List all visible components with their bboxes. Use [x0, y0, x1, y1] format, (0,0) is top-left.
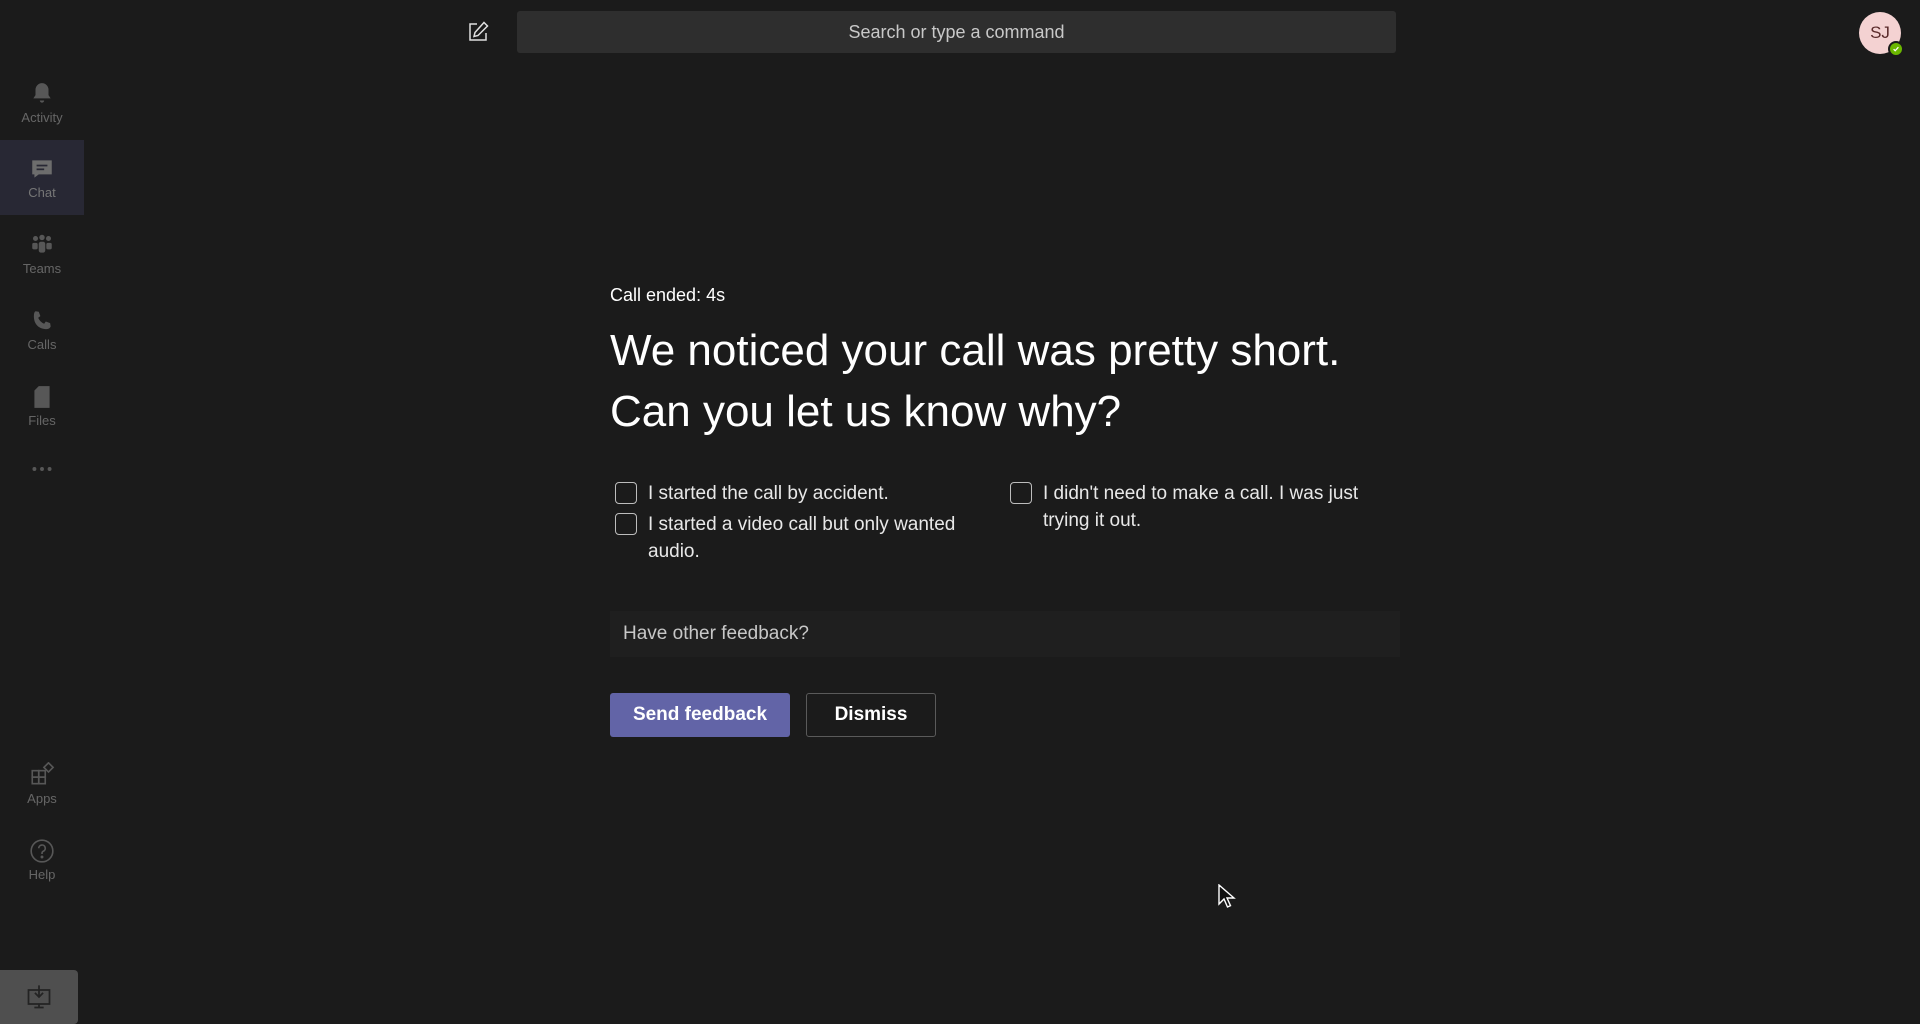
option-accident[interactable]: I started the call by accident. — [610, 482, 1005, 507]
option-trying-it-out[interactable]: I didn't need to make a call. I was just… — [1005, 482, 1400, 534]
option-label: I started a video call but only wanted a… — [648, 514, 956, 562]
download-app-button[interactable] — [0, 970, 78, 1024]
rail-item-teams[interactable]: Teams — [0, 216, 84, 291]
headline-line1: We noticed your call was pretty short. — [610, 326, 1341, 375]
rail-item-more[interactable] — [0, 444, 84, 494]
options-column-left: I started the call by accident. I starte… — [610, 482, 1005, 571]
chat-icon — [32, 159, 52, 178]
other-feedback-input[interactable]: Have other feedback? — [610, 611, 1400, 657]
rail-label: Files — [28, 412, 56, 428]
options-column-right: I didn't need to make a call. I was just… — [1005, 482, 1400, 571]
feedback-options: I started the call by accident. I starte… — [610, 482, 1400, 571]
rail-label: Chat — [28, 184, 56, 200]
rail-item-chat[interactable]: Chat — [0, 140, 84, 215]
rail-label: Teams — [22, 260, 62, 276]
avatar-initials: SJ — [1870, 23, 1890, 42]
rail-label: Apps — [27, 790, 57, 806]
rail-label: Calls — [27, 336, 57, 352]
rail-item-files[interactable]: Files — [0, 368, 84, 443]
other-feedback-placeholder: Have other feedback? — [623, 623, 809, 644]
presence-available-icon — [1888, 41, 1904, 57]
phone-icon — [33, 310, 51, 329]
apps-icon — [31, 761, 55, 784]
rail-item-calls[interactable]: Calls — [0, 292, 84, 367]
dismiss-button[interactable]: Dismiss — [806, 693, 936, 737]
file-icon — [34, 385, 50, 408]
checkbox[interactable] — [615, 513, 637, 535]
search-placeholder: Search or type a command — [848, 21, 1065, 42]
compose-icon[interactable] — [466, 20, 490, 44]
call-ended-duration: Call ended: 4s — [610, 285, 726, 305]
bell-icon — [33, 82, 51, 103]
checkbox[interactable] — [1010, 482, 1032, 504]
help-icon — [30, 838, 54, 863]
call-feedback-panel: Call ended: 4s We noticed your call was … — [610, 285, 1400, 737]
avatar[interactable]: SJ — [1859, 12, 1904, 57]
checkbox[interactable] — [615, 482, 637, 504]
rail-item-activity[interactable]: Activity — [0, 65, 84, 140]
action-buttons: Send feedback Dismiss — [610, 693, 1400, 737]
teams-icon — [32, 234, 52, 253]
rail-label: Activity — [21, 109, 63, 125]
option-label: I started the call by accident. — [648, 483, 889, 504]
feedback-headline: We noticed your call was pretty short. C… — [610, 320, 1400, 442]
rail-item-help[interactable]: Help — [0, 822, 84, 897]
option-label: I didn't need to make a call. I was just… — [1043, 483, 1359, 531]
search-input[interactable]: Search or type a command — [517, 11, 1396, 53]
download-app-icon — [27, 985, 51, 1009]
top-bar: Search or type a command SJ — [0, 0, 1920, 64]
option-video-only-audio[interactable]: I started a video call but only wanted a… — [610, 513, 1005, 565]
rail-label: Help — [28, 866, 56, 882]
send-feedback-button[interactable]: Send feedback — [610, 693, 790, 737]
app-rail: Activity Chat Teams Calls Files Apps Hel… — [0, 64, 84, 1024]
mouse-cursor-icon — [1218, 883, 1236, 910]
headline-line2: Can you let us know why? — [610, 387, 1122, 436]
rail-item-apps[interactable]: Apps — [0, 746, 84, 821]
more-icon — [32, 467, 52, 471]
